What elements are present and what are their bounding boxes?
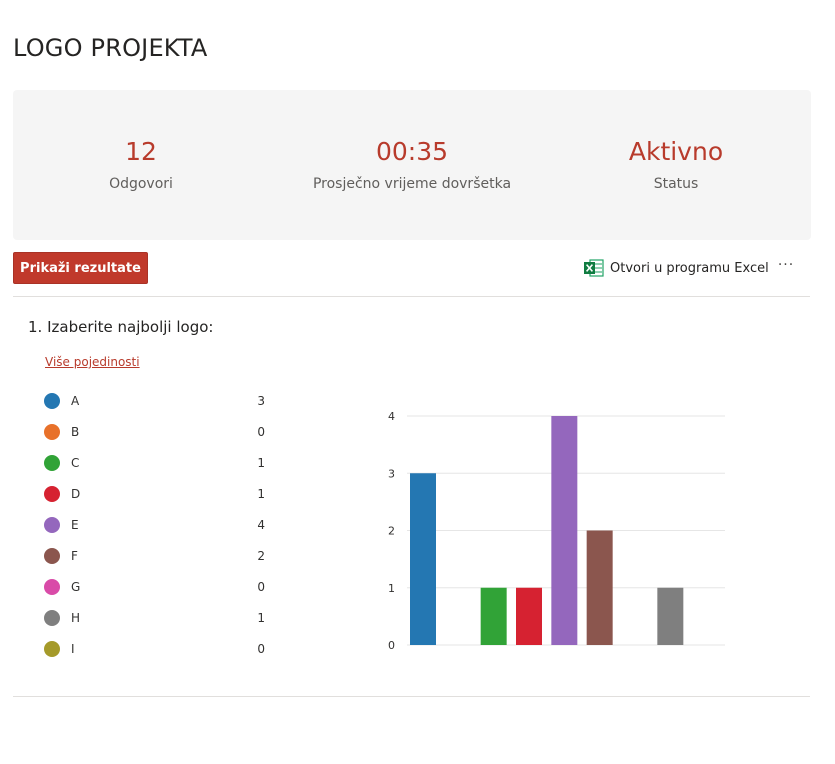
legend-count: 4 — [257, 518, 265, 532]
legend-color-dot — [44, 424, 60, 440]
legend-color-dot — [44, 455, 60, 471]
legend-item: B 0 — [44, 423, 269, 441]
legend-label: I — [71, 642, 75, 656]
legend-color-dot — [44, 393, 60, 409]
legend-count: 1 — [257, 456, 265, 470]
legend-label: A — [71, 394, 80, 408]
status-stat: Aktivno Status — [590, 90, 762, 240]
legend-count: 0 — [257, 580, 265, 594]
divider — [13, 296, 810, 297]
legend-label: D — [71, 487, 81, 501]
legend-count: 0 — [257, 425, 265, 439]
legend-item: E 4 — [44, 516, 269, 534]
legend-label: B — [71, 425, 80, 439]
bar-D[interactable] — [516, 587, 542, 645]
more-details-link[interactable]: Više pojedinosti — [45, 355, 140, 369]
y-tick-label: 2 — [388, 525, 395, 538]
more-options-button[interactable]: ··· — [772, 258, 800, 278]
y-tick-label: 4 — [388, 410, 395, 423]
legend-color-dot — [44, 548, 60, 564]
legend-color-dot — [44, 486, 60, 502]
legend-label: E — [71, 518, 79, 532]
legend-item: A 3 — [44, 392, 269, 410]
status-label: Status — [653, 176, 699, 192]
legend-item: H 1 — [44, 609, 269, 627]
summary-panel: 12 Odgovori 00:35 Prosječno vrijeme dovr… — [13, 90, 811, 240]
legend-item: F 2 — [44, 547, 269, 565]
y-tick-label: 0 — [388, 639, 395, 652]
legend-count: 1 — [257, 611, 265, 625]
legend-count: 3 — [257, 394, 265, 408]
bar-A[interactable] — [410, 473, 436, 645]
open-in-excel-button[interactable]: Otvori u programu Excel — [583, 257, 769, 279]
legend-count: 0 — [257, 642, 265, 656]
page-title: LOGO PROJEKTA — [13, 34, 208, 62]
status-value: Aktivno — [628, 137, 724, 166]
legend-label: G — [71, 580, 81, 594]
results-bar-chart: 0 1 2 3 4 — [388, 410, 725, 652]
legend-item: C 1 — [44, 454, 269, 472]
responses-count: 12 — [125, 137, 157, 166]
legend-item: G 0 — [44, 578, 269, 596]
avg-time-label: Prosječno vrijeme dovršetka — [312, 176, 512, 192]
avg-time-stat: 00:35 Prosječno vrijeme dovršetka — [301, 90, 523, 240]
legend-color-dot — [44, 579, 60, 595]
legend-label: F — [71, 549, 78, 563]
bar-H[interactable] — [657, 587, 684, 645]
legend-color-dot — [44, 641, 60, 657]
y-tick-label: 1 — [388, 582, 395, 595]
legend-count: 2 — [257, 549, 265, 563]
bar-C[interactable] — [480, 587, 507, 645]
divider — [13, 696, 810, 697]
legend-label: C — [71, 456, 80, 470]
open-in-excel-label: Otvori u programu Excel — [610, 260, 769, 276]
question-title: 1. Izaberite najbolji logo: — [28, 318, 214, 336]
legend-count: 1 — [257, 487, 265, 501]
legend-color-dot — [44, 517, 60, 533]
legend-label: H — [71, 611, 81, 625]
avg-time-value: 00:35 — [375, 137, 449, 166]
bar-F[interactable] — [586, 530, 613, 646]
responses-stat: 12 Odgovori — [41, 90, 241, 240]
excel-icon — [583, 258, 604, 278]
legend-item: D 1 — [44, 485, 269, 503]
responses-label: Odgovori — [109, 176, 173, 192]
show-results-button[interactable]: Prikaži rezultate — [13, 252, 148, 284]
legend-item: I 0 — [44, 640, 269, 658]
legend-color-dot — [44, 610, 60, 626]
bar-E[interactable] — [551, 416, 578, 645]
y-tick-label: 3 — [388, 467, 395, 480]
